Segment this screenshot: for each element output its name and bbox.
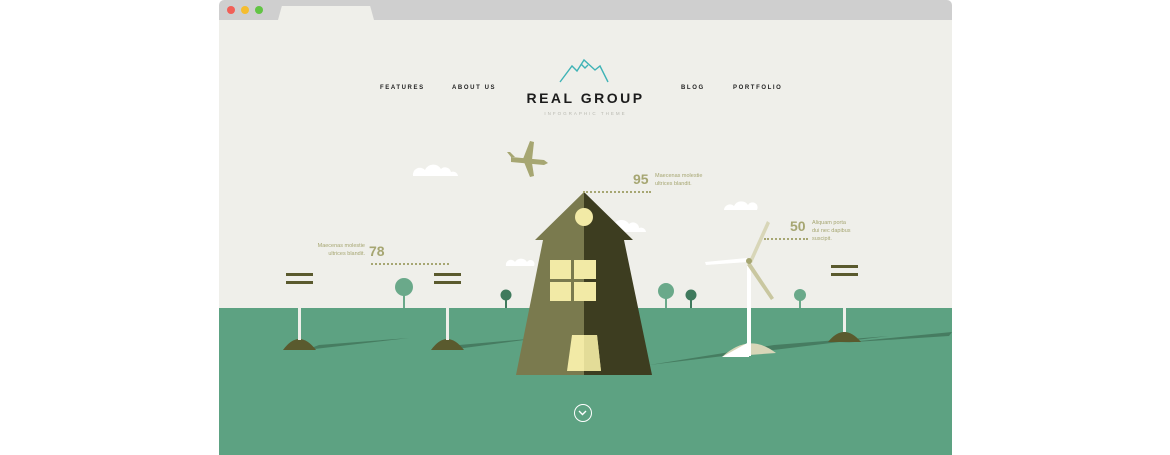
cloud-4 (505, 258, 535, 266)
power-pole-3 (828, 262, 861, 342)
browser-tab[interactable] (278, 6, 374, 20)
stat-value: 50 (790, 218, 806, 234)
attic-window (575, 208, 593, 226)
chevron-down-icon (578, 410, 587, 416)
tree (658, 283, 674, 299)
house (516, 192, 652, 375)
stat-description: Maecenas molestie ultrices blandit. (655, 173, 703, 187)
page-viewport: FEATURES ABOUT US BLOG PORTFOLIO REAL GR… (219, 20, 952, 455)
cloud-1 (412, 164, 458, 176)
tree (395, 278, 413, 296)
brand-subtitle: INFOGRAPHIC THEME (544, 111, 627, 116)
wind-turbine (705, 221, 776, 357)
stat-value: 95 (633, 171, 649, 187)
minimize-window-button[interactable] (241, 6, 249, 14)
stat-leader-line (764, 238, 808, 240)
tree (685, 289, 697, 301)
maximize-window-button[interactable] (255, 6, 263, 14)
cloud-3 (724, 201, 758, 210)
power-pole-1 (283, 270, 316, 350)
stat-description: Maecenas molestie ultrices blandit. (317, 243, 365, 257)
brand-title[interactable]: REAL GROUP (219, 90, 952, 106)
browser-window: FEATURES ABOUT US BLOG PORTFOLIO REAL GR… (219, 0, 952, 455)
stat-value: 78 (369, 243, 385, 259)
stat-description: Aliquam porta dui nec dapibus suscipit. (812, 220, 851, 242)
browser-titlebar (219, 0, 952, 20)
mountain-icon (559, 58, 609, 83)
tree (500, 289, 512, 301)
stat-leader-line (371, 263, 449, 265)
power-pole-2 (431, 270, 464, 350)
close-window-button[interactable] (227, 6, 235, 14)
scroll-down-button[interactable] (574, 404, 592, 422)
airplane-icon (507, 141, 548, 177)
stat-leader-line (583, 191, 651, 193)
tree (794, 289, 806, 301)
